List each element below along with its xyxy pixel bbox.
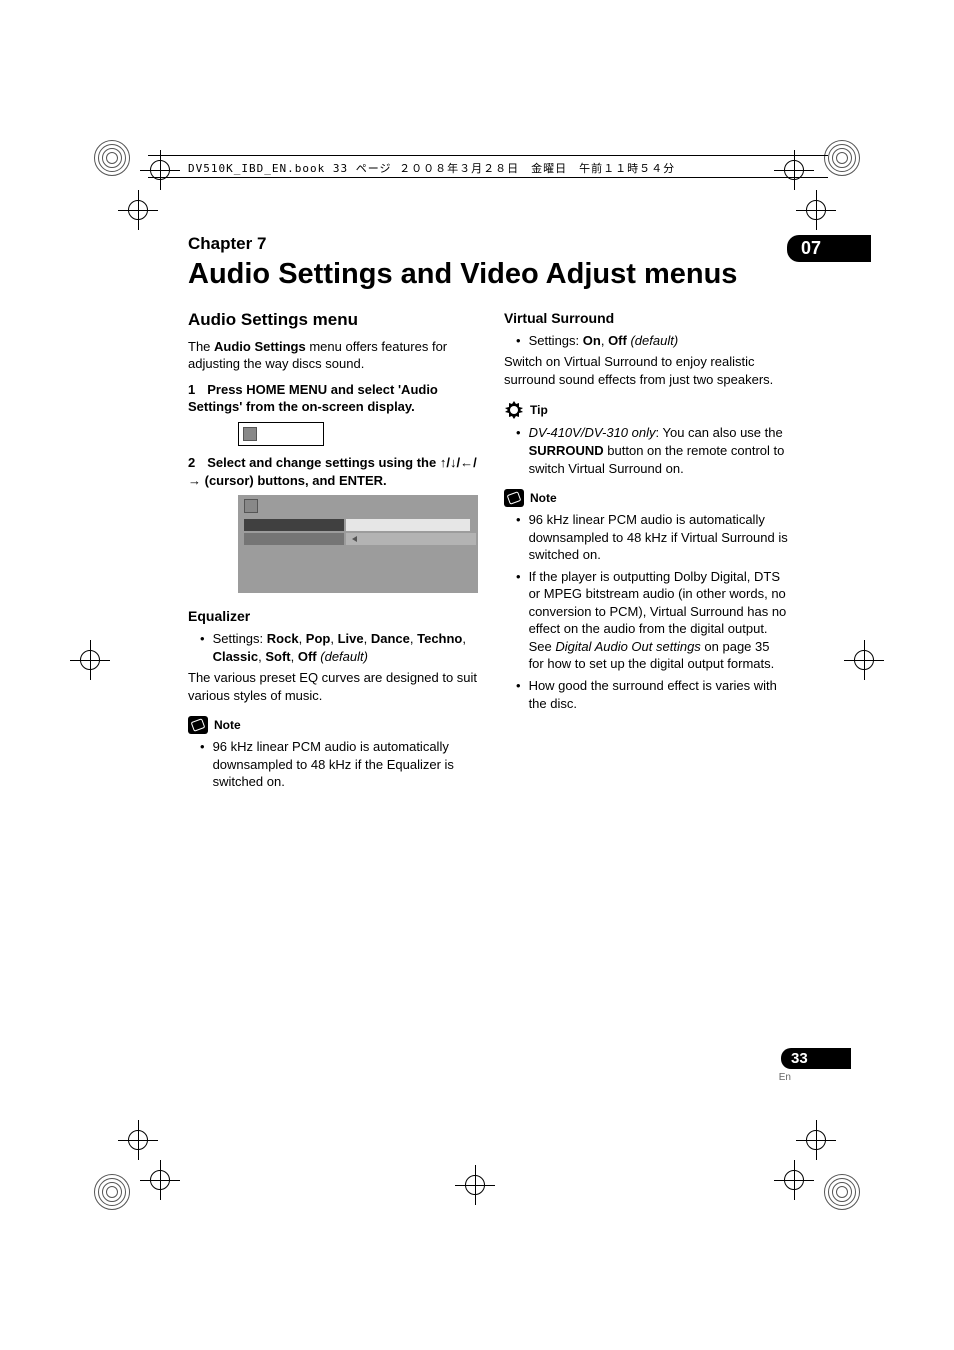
step1-text: Press HOME MENU and select 'Audio Settin…	[188, 382, 438, 415]
chapter-number-badge: 07	[787, 235, 871, 262]
step-1: 1Press HOME MENU and select 'Audio Setti…	[188, 381, 478, 416]
vs-on: On	[583, 333, 601, 348]
vs-off: Off	[608, 333, 627, 348]
print-header: DV510K_IBD_EN.book 33 ページ ２００８年３月２８日 金曜日…	[188, 160, 675, 176]
step1-number: 1	[188, 382, 195, 397]
header-rule-bottom	[148, 177, 828, 178]
regmark-cross-tl2	[140, 150, 180, 190]
page-number-badge: 33	[781, 1048, 851, 1069]
left-column: Audio Settings menu The Audio Settings m…	[188, 309, 478, 795]
note-right-2: • If the player is outputting Dolby Digi…	[504, 568, 788, 673]
page-language: En	[779, 1072, 791, 1083]
right-column: Virtual Surround • Settings: On, Off (de…	[504, 309, 788, 795]
eq-default: (default)	[320, 649, 368, 664]
vs-settings-line: • Settings: On, Off (default)	[504, 332, 788, 350]
regmark-top-left	[94, 140, 130, 176]
regmark-cross-bl	[118, 1120, 158, 1160]
audio-settings-heading: Audio Settings menu	[188, 309, 478, 332]
equalizer-settings-line: • Settings: Rock, Pop, Live, Dance, Tech…	[188, 630, 478, 665]
step2-post: (cursor) buttons, and ENTER.	[201, 473, 387, 488]
tip-model-italic: DV-410V/DV-310 only	[529, 425, 656, 440]
intro-bold: Audio Settings	[214, 339, 306, 354]
intro-pre: The	[188, 339, 214, 354]
note-icon	[504, 489, 524, 507]
eq-techno: Techno	[417, 631, 462, 646]
header-rule-top	[148, 155, 828, 156]
chapter-label: Chapter 7	[188, 234, 266, 254]
audio-settings-icon	[243, 427, 257, 441]
chapter-title: Audio Settings and Video Adjust menus	[188, 259, 788, 291]
left-arrow-icon	[352, 536, 357, 542]
audio-settings-intro: The Audio Settings menu offers features …	[188, 338, 478, 373]
note-right-1: • 96 kHz linear PCM audio is automatical…	[504, 511, 788, 564]
regmark-cross-tl	[118, 190, 158, 230]
note-left-1-text: 96 kHz linear PCM audio is automatically…	[213, 738, 478, 791]
note-row-left: Note	[188, 716, 478, 734]
vs-settings-label: Settings:	[529, 333, 583, 348]
tip-label: Tip	[530, 402, 548, 418]
regmark-cross-tr	[796, 190, 836, 230]
note-right-3: • How good the surround effect is varies…	[504, 677, 788, 712]
note-icon	[188, 716, 208, 734]
eq-off: Off	[298, 649, 317, 664]
step2-number: 2	[188, 455, 195, 470]
equalizer-heading: Equalizer	[188, 607, 478, 626]
regmark-cross-bottom	[455, 1165, 495, 1205]
tip-icon	[504, 400, 524, 420]
eq-soft: Soft	[265, 649, 290, 664]
vs-description: Switch on Virtual Surround to enjoy real…	[504, 353, 788, 388]
virtual-surround-heading: Virtual Surround	[504, 309, 788, 328]
screenshot-speaker-icon	[244, 499, 258, 513]
eq-live: Live	[338, 631, 364, 646]
eq-rock: Rock	[267, 631, 299, 646]
regmark-cross-br2	[774, 1160, 814, 1200]
regmark-cross-bl2	[140, 1160, 180, 1200]
eq-settings-label: Settings:	[213, 631, 267, 646]
note-left-1: • 96 kHz linear PCM audio is automatical…	[188, 738, 478, 791]
regmark-top-right	[824, 140, 860, 176]
eq-dance: Dance	[371, 631, 410, 646]
regmark-cross-right	[844, 640, 884, 680]
tip-pre: : You can also use the	[656, 425, 783, 440]
note-label-right: Note	[530, 490, 557, 506]
note-right-3-text: How good the surround effect is varies w…	[529, 677, 788, 712]
regmark-cross-br	[796, 1120, 836, 1160]
vs-default: (default)	[630, 333, 678, 348]
step-2: 2Select and change settings using the ↑/…	[188, 454, 478, 489]
note-row-right: Note	[504, 489, 788, 507]
eq-pop: Pop	[306, 631, 331, 646]
regmark-bottom-left	[94, 1174, 130, 1210]
home-menu-screenshot	[238, 422, 324, 446]
equalizer-description: The various preset EQ curves are designe…	[188, 669, 478, 704]
note-right-2-italic: Digital Audio Out settings	[555, 639, 700, 654]
note-right-1-text: 96 kHz linear PCM audio is automatically…	[529, 511, 788, 564]
note-label-left: Note	[214, 717, 241, 733]
regmark-cross-left	[70, 640, 110, 680]
step2-pre: Select and change settings using the	[207, 455, 440, 470]
regmark-bottom-right	[824, 1174, 860, 1210]
audio-settings-screenshot	[238, 495, 478, 593]
tip-surround-button: SURROUND	[529, 443, 604, 458]
tip-1: • DV-410V/DV-310 only: You can also use …	[504, 424, 788, 477]
eq-classic: Classic	[213, 649, 259, 664]
tip-row: Tip	[504, 400, 788, 420]
regmark-cross-tr2	[774, 150, 814, 190]
